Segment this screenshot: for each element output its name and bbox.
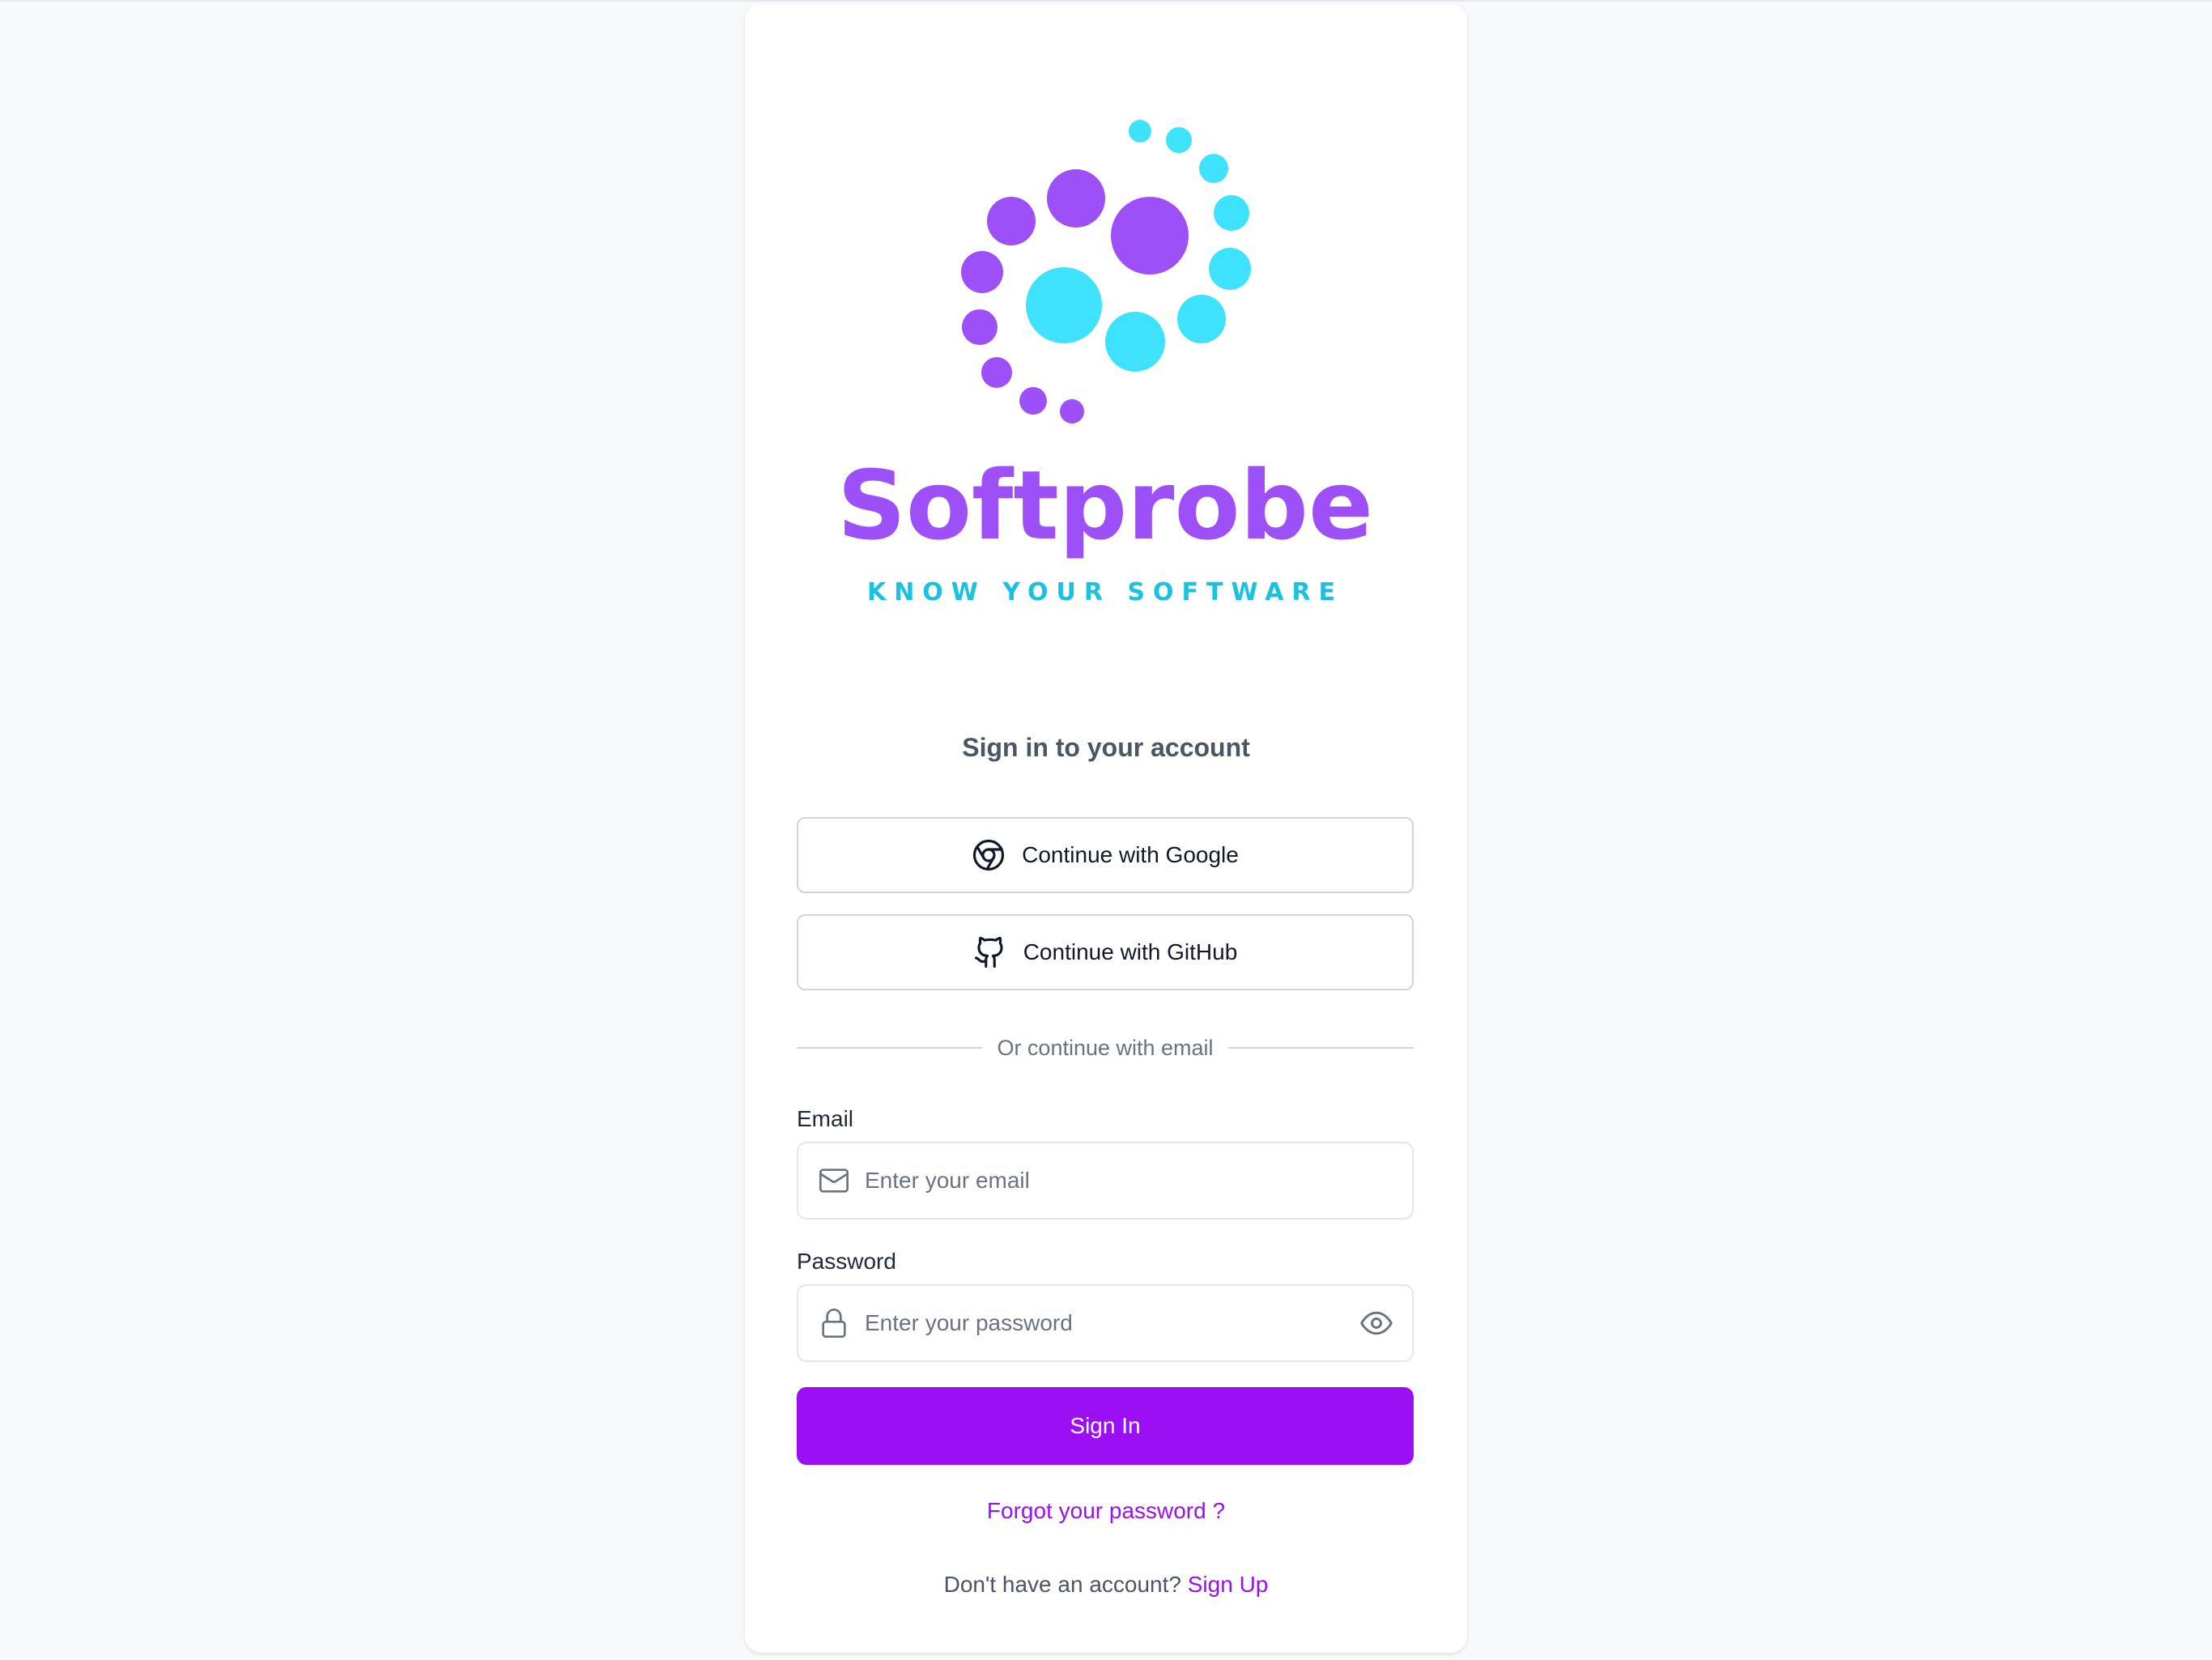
continue-with-google-button[interactable]: Continue with Google: [797, 817, 1414, 893]
chrome-icon: [972, 838, 1006, 872]
password-field-wrapper: [797, 1284, 1414, 1362]
top-border: [0, 0, 2212, 2]
google-button-label: Continue with Google: [1022, 842, 1239, 867]
password-label: Password: [797, 1249, 896, 1274]
continue-with-github-button[interactable]: Continue with GitHub: [797, 914, 1414, 990]
logo-mark: [961, 120, 1251, 424]
github-icon: [973, 935, 1007, 969]
softprobe-logo: Softprobe KNOW YOUR SOFTWARE: [842, 120, 1373, 607]
sign-up-link[interactable]: Sign Up: [1188, 1572, 1269, 1597]
eye-icon[interactable]: [1359, 1305, 1394, 1341]
email-field[interactable]: [865, 1144, 1412, 1217]
or-divider: Or continue with email: [797, 1028, 1414, 1067]
divider-text: Or continue with email: [997, 1035, 1214, 1060]
mail-icon: [818, 1164, 850, 1197]
password-field[interactable]: [865, 1287, 1359, 1360]
signup-row: Don't have an account? Sign Up: [745, 1568, 1467, 1601]
signup-prompt: Don't have an account?: [943, 1572, 1181, 1597]
divider-line-right: [1227, 1047, 1414, 1049]
email-field-wrapper: [797, 1142, 1414, 1219]
divider-line-left: [797, 1047, 983, 1049]
email-label: Email: [797, 1106, 854, 1131]
forgot-password-link[interactable]: Forgot your password ?: [745, 1495, 1467, 1527]
logo-wordmark: Softprobe: [842, 449, 1373, 561]
page-title: Sign in to your account: [962, 733, 1250, 762]
github-button-label: Continue with GitHub: [1023, 939, 1238, 964]
logo-tagline: KNOW YOUR SOFTWARE: [867, 578, 1343, 607]
lock-icon: [818, 1307, 850, 1339]
sign-in-button[interactable]: Sign In: [797, 1387, 1414, 1465]
